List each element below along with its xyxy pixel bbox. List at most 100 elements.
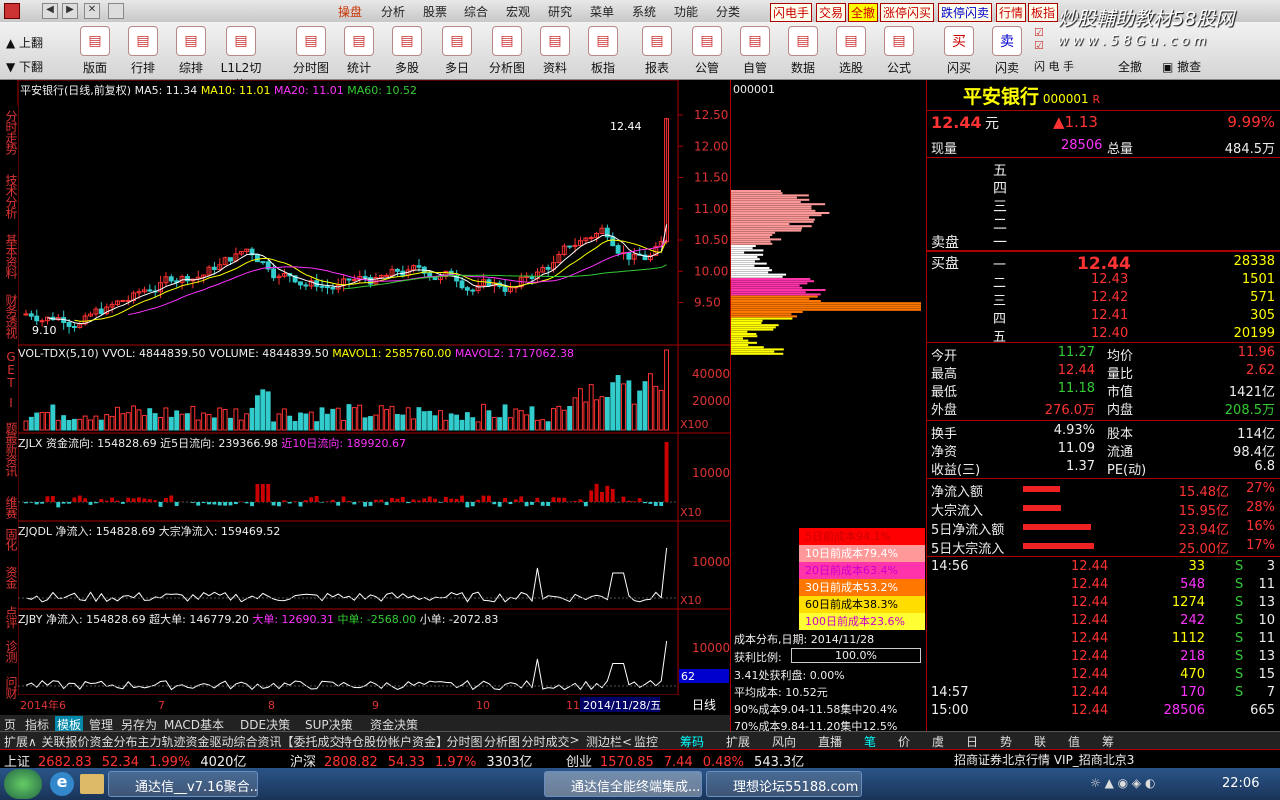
toolbar-button[interactable]: 卖闪卖	[984, 24, 1030, 78]
menu-item[interactable]: 研究	[548, 3, 572, 20]
left-tab[interactable]: GET	[1, 350, 18, 389]
toolbar-button[interactable]: ▤ 统计	[336, 24, 382, 78]
tick-row[interactable]: 12.44 470 S 15	[931, 667, 1277, 685]
menu-item[interactable]: 菜单	[590, 3, 614, 20]
tick-row[interactable]: 12.44 242 S 10	[931, 613, 1277, 631]
toolbar-button[interactable]: ▤ 公管	[684, 24, 730, 78]
extension-tab[interactable]: 价	[896, 733, 912, 750]
toolbar-button[interactable]: ▤ 数据	[780, 24, 826, 78]
tick-row[interactable]: 15:00 12.44 28506 665	[931, 703, 1277, 721]
toolbar-button[interactable]: ▤ 自管	[732, 24, 778, 78]
toolbar-button[interactable]: ▤ 分析图	[484, 24, 530, 78]
buy-level-row[interactable]: 一 12.44 28338	[931, 254, 1277, 274]
left-tab[interactable]: 点评	[1, 606, 18, 628]
page-down-button[interactable]: ▼ 下翻	[6, 58, 43, 75]
menu-item[interactable]: 股票	[423, 3, 447, 20]
toolbar-button[interactable]: ▤ 资料	[532, 24, 578, 78]
buy-level-row[interactable]: 二 12.43 1501	[931, 272, 1277, 291]
period-label[interactable]: 日线	[692, 698, 716, 712]
extension-tab[interactable]: 综合资讯	[232, 733, 284, 750]
menu-item[interactable]: 宏观	[506, 3, 530, 20]
toolbar-button[interactable]: ▤ 选股	[828, 24, 874, 78]
left-tab[interactable]: 技术分析	[1, 174, 18, 218]
start-button[interactable]	[4, 769, 42, 799]
left-tab[interactable]: 财务透视	[1, 294, 18, 338]
toolbar-button[interactable]: 买闪买	[936, 24, 982, 78]
left-tab[interactable]: 固化	[1, 528, 18, 550]
limit-down-sell-button[interactable]: 跌停闪卖	[938, 3, 993, 22]
quote-button[interactable]: 行情	[996, 3, 1027, 22]
toolbar-button[interactable]: ▤ 综排	[168, 24, 214, 78]
nav-back-icon[interactable]: ◀	[42, 3, 58, 19]
tick-row[interactable]: 14:57 12.44 170 S 7	[931, 685, 1277, 703]
left-tab[interactable]: 分时走势	[1, 110, 18, 154]
tick-row[interactable]: 12.44 548 S 11	[931, 577, 1277, 595]
buy-level-row[interactable]: 三 12.42 571	[931, 290, 1277, 309]
extension-tab[interactable]: 帐户资金】	[386, 733, 450, 750]
extension-tab[interactable]: 日	[964, 733, 980, 750]
menu-item[interactable]: 分类	[716, 3, 740, 20]
left-tab[interactable]: I 题	[1, 396, 18, 433]
extension-tab[interactable]: >	[568, 733, 582, 747]
menu-item[interactable]: 操盘	[338, 3, 362, 20]
sell-level[interactable]: 五	[993, 160, 1007, 180]
extension-tab[interactable]: 持仓股份	[338, 733, 390, 750]
tray-icons[interactable]: ☼ ▲ ◉ ◈ ◐	[1090, 776, 1190, 792]
extension-tab[interactable]: 直播	[816, 733, 844, 750]
nav-forward-icon[interactable]: ▶	[62, 3, 78, 19]
left-tab[interactable]: 诊测	[1, 640, 18, 662]
chip-distribution-panel[interactable]: 000001 5日前成本94.1% 10日前成本79.4% 20日前成本63.4…	[730, 80, 926, 735]
extension-tab[interactable]: 分时成交	[520, 733, 572, 750]
folder-icon[interactable]	[80, 774, 104, 794]
extension-tab[interactable]: 扩展	[724, 733, 752, 750]
extension-tab[interactable]: 势	[998, 733, 1014, 750]
toolbar-button[interactable]: ▤ 报表	[634, 24, 680, 78]
extension-tab[interactable]: 筹码	[678, 733, 706, 750]
close-icon[interactable]: ✕	[84, 3, 100, 19]
ie-icon[interactable]: e	[50, 772, 74, 796]
flash-hand-button[interactable]: 闪电手	[770, 3, 813, 22]
taskbar-item[interactable]: 通达信全能终端集成...	[544, 771, 702, 797]
extension-tab[interactable]: 联	[1032, 733, 1048, 750]
sell-level[interactable]: 三	[993, 196, 1007, 216]
extension-tab[interactable]: 扩展∧	[2, 733, 39, 750]
index-button[interactable]: 板指	[1028, 3, 1059, 22]
toolbar-button[interactable]: ▤ 版面	[72, 24, 118, 78]
menu-item[interactable]: 综合	[464, 3, 488, 20]
extension-tab[interactable]: 资金分布	[88, 733, 140, 750]
toolbar-button[interactable]: ▤ 多日	[434, 24, 480, 78]
buy-level-row[interactable]: 四 12.41 305	[931, 308, 1277, 327]
sell-level[interactable]: 四	[993, 178, 1007, 198]
extension-tab[interactable]: 筹	[1100, 733, 1116, 750]
extension-tab[interactable]: 测边栏<	[584, 733, 634, 750]
extension-tab[interactable]: 主力轨迹	[136, 733, 188, 750]
toolbar-button[interactable]: ▤ 公式	[876, 24, 922, 78]
window-icon[interactable]	[4, 3, 20, 19]
cancel-all-toolbar-button[interactable]: 全撤	[1118, 58, 1142, 75]
tick-row[interactable]: 14:56 12.44 33 S 3	[931, 559, 1277, 577]
extension-tab[interactable]: 风向	[770, 733, 798, 750]
extension-tab[interactable]: 分析图	[482, 733, 522, 750]
extension-tab[interactable]: 资金驱动	[184, 733, 236, 750]
menu-item[interactable]: 系统	[632, 3, 656, 20]
toolbar-button[interactable]: ▤ 行排	[120, 24, 166, 78]
restore-icon[interactable]	[108, 3, 124, 19]
cancel-all-button[interactable]: 全撤	[848, 3, 879, 22]
extension-tab[interactable]: 【委托成交	[280, 733, 344, 750]
taskbar-item[interactable]: 通达信__v7.16聚合...	[108, 771, 258, 797]
trade-button[interactable]: 交易	[816, 3, 847, 22]
tick-row[interactable]: 12.44 1274 S 13	[931, 595, 1277, 613]
extension-tab[interactable]: 值	[1066, 733, 1082, 750]
extension-tab[interactable]: 关联报价	[40, 733, 92, 750]
menu-item[interactable]: 分析	[381, 3, 405, 20]
cancel-query-button[interactable]: ▣ 撤查	[1162, 58, 1201, 75]
left-tab[interactable]: 资金	[1, 566, 18, 588]
sell-level[interactable]: 二	[993, 214, 1007, 234]
extension-tab[interactable]: 监控	[632, 733, 660, 750]
toolbar-button[interactable]: ▤ 板指	[580, 24, 626, 78]
toolbar-button[interactable]: ▤ 多股	[384, 24, 430, 78]
tick-row[interactable]: 12.44 1112 S 11	[931, 631, 1277, 649]
toolbar-button[interactable]: ▤ 分时图	[288, 24, 334, 78]
sell-level[interactable]: 一	[993, 232, 1007, 252]
extension-tab[interactable]: 分时图	[445, 733, 485, 750]
